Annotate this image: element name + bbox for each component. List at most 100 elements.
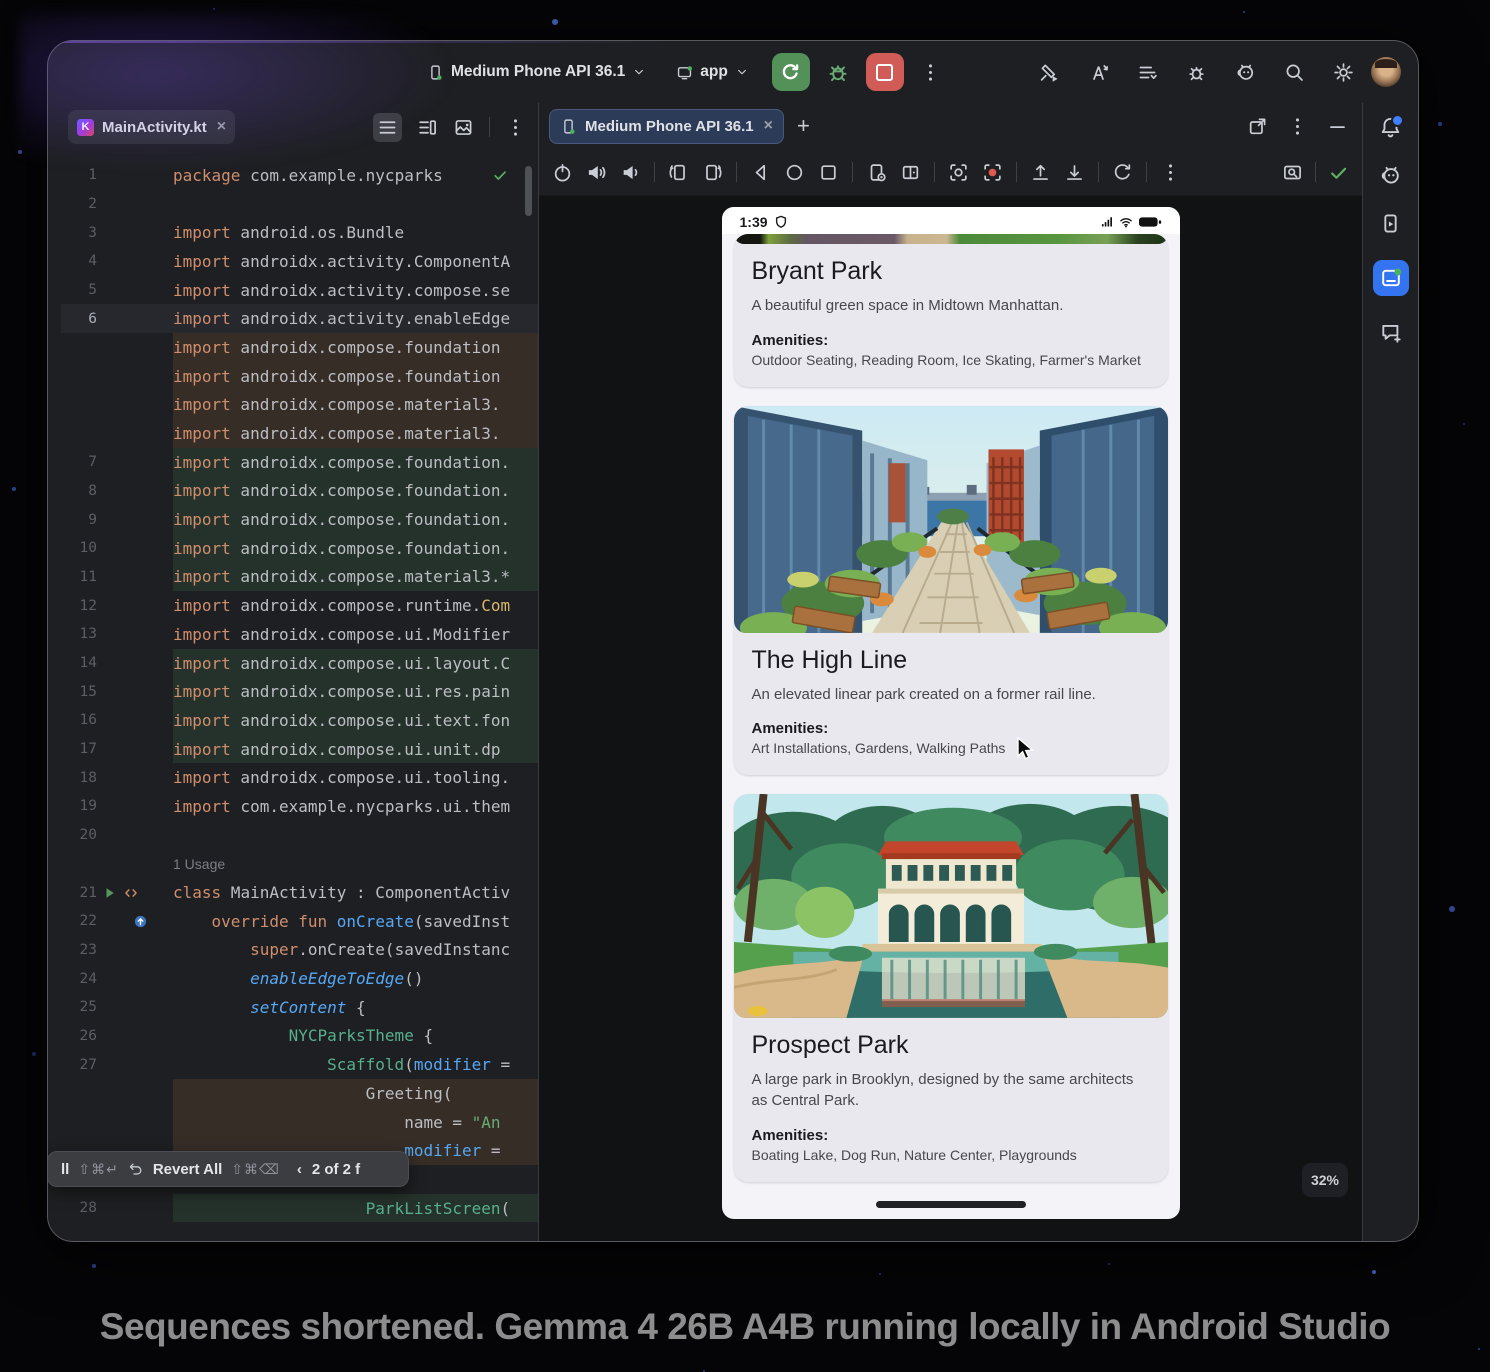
- editor-tab-label: MainActivity.kt: [102, 119, 207, 136]
- build-variants-icon[interactable]: [1137, 62, 1158, 83]
- design-view-icon[interactable]: [453, 117, 474, 138]
- power-icon[interactable]: [552, 162, 573, 183]
- split-view-icon[interactable]: [417, 117, 438, 138]
- close-tab-icon[interactable]: ×: [217, 118, 226, 136]
- editor-more-icon[interactable]: [505, 117, 526, 138]
- user-avatar[interactable]: [1371, 57, 1401, 87]
- run-config-selector[interactable]: app: [669, 58, 756, 86]
- code-line: 15import androidx.compose.ui.res.pain: [61, 677, 538, 706]
- search-everywhere-icon[interactable]: [1284, 62, 1305, 83]
- device-selector[interactable]: Medium Phone API 36.1: [420, 58, 653, 86]
- privacy-shield-icon: [774, 215, 788, 229]
- home-icon[interactable]: [784, 162, 805, 183]
- device-settings-icon[interactable]: [866, 162, 887, 183]
- emulator-more-icon[interactable]: [1287, 116, 1308, 137]
- code-editor[interactable]: 1package com.example.nycparks23import an…: [61, 151, 538, 1241]
- emulator-tab-bar: Medium Phone API 36.1 × +: [539, 103, 1362, 149]
- run-config-label: app: [700, 63, 728, 81]
- build-icon[interactable]: [1039, 62, 1060, 83]
- profiler-pig-icon[interactable]: [1235, 62, 1256, 83]
- divider: [1146, 162, 1147, 182]
- emulator-display-area: 1:39 Bryant ParkA beautiful green space …: [539, 196, 1362, 1241]
- code-line: 17import androidx.compose.ui.unit.dp: [61, 735, 538, 764]
- device-manager-icon[interactable]: [1379, 212, 1402, 235]
- open-in-window-icon[interactable]: [1247, 116, 1268, 137]
- tab-emulator-device[interactable]: Medium Phone API 36.1 ×: [549, 109, 784, 144]
- sync-project-icon[interactable]: [1088, 62, 1109, 83]
- hardware-ok-check-icon[interactable]: [1328, 162, 1349, 183]
- rotate-left-icon[interactable]: [668, 162, 689, 183]
- snapshot-reset-icon[interactable]: [1112, 162, 1133, 183]
- device-selector-label: Medium Phone API 36.1: [451, 63, 625, 81]
- rerun-app-button[interactable]: [772, 53, 810, 91]
- code-line: 18import androidx.compose.ui.tooling.: [61, 763, 538, 792]
- download-icon[interactable]: [1064, 162, 1085, 183]
- accept-shortcut: ⇧⌘↵: [78, 1161, 118, 1178]
- editor-panel: MainActivity.kt × 1package com.example.n…: [61, 103, 538, 1241]
- fold-device-icon[interactable]: [900, 162, 921, 183]
- line-number: 9: [61, 512, 97, 528]
- park-card[interactable]: Prospect ParkA large park in Brooklyn, d…: [734, 794, 1168, 1181]
- code-view-icon[interactable]: [373, 113, 402, 142]
- volume-up-icon[interactable]: [586, 162, 607, 183]
- park-title: Prospect Park: [752, 1031, 1150, 1060]
- line-number: 21: [61, 885, 97, 901]
- line-number: 8: [61, 483, 97, 499]
- running-devices-icon[interactable]: [1373, 260, 1409, 296]
- phone-screen[interactable]: 1:39 Bryant ParkA beautiful green space …: [722, 207, 1180, 1219]
- upload-icon[interactable]: [1030, 162, 1051, 183]
- divider: [736, 162, 737, 182]
- debug-button[interactable]: [826, 60, 850, 84]
- volume-down-icon[interactable]: [620, 162, 641, 183]
- code-line: 3import android.os.Bundle: [61, 218, 538, 247]
- gesture-navigation-bar[interactable]: [876, 1201, 1026, 1208]
- tab-mainactivity[interactable]: MainActivity.kt ×: [68, 110, 235, 144]
- chevron-down-icon: [632, 65, 646, 79]
- divider: [934, 162, 935, 182]
- amenities-list: Outdoor Seating, Reading Room, Ice Skati…: [752, 352, 1150, 368]
- rotate-right-icon[interactable]: [702, 162, 723, 183]
- minimize-panel-icon[interactable]: [1327, 116, 1348, 137]
- line-number: 14: [61, 655, 97, 671]
- status-time: 1:39: [740, 214, 768, 230]
- overrides-method-icon[interactable]: [133, 914, 148, 929]
- screen-inspect-icon[interactable]: [1282, 162, 1303, 183]
- accept-all-label-clipped[interactable]: ll: [61, 1161, 69, 1178]
- park-card[interactable]: The High LineAn elevated linear park cre…: [734, 406, 1168, 776]
- code-line: 11import androidx.compose.material3.*: [61, 563, 538, 592]
- close-emulator-tab-icon[interactable]: ×: [764, 117, 773, 135]
- more-run-actions-icon[interactable]: [920, 62, 941, 83]
- notifications-bell-icon[interactable]: [1379, 116, 1402, 139]
- screenshot-icon[interactable]: [948, 162, 969, 183]
- overview-icon[interactable]: [818, 162, 839, 183]
- signal-bars-icon: [1100, 215, 1114, 229]
- run-class-icon[interactable]: [103, 886, 117, 900]
- code-line: 2: [61, 190, 538, 219]
- back-icon[interactable]: [750, 162, 771, 183]
- apply-changes-icon[interactable]: [1186, 62, 1207, 83]
- line-number: 16: [61, 712, 97, 728]
- code-line: 9import androidx.compose.foundation.: [61, 505, 538, 534]
- park-list[interactable]: Bryant ParkA beautiful green space in Mi…: [722, 234, 1180, 1219]
- line-number: 4: [61, 253, 97, 269]
- screen-record-icon[interactable]: [982, 162, 1003, 183]
- line-number: 7: [61, 454, 97, 470]
- revert-all-button[interactable]: Revert All: [153, 1161, 222, 1178]
- caption-text: Sequences shortened. Gemma 4 26B A4B run…: [0, 1306, 1490, 1348]
- editor-scrollbar[interactable]: [525, 166, 532, 216]
- line-number: 22: [61, 913, 97, 929]
- inspection-ok-icon[interactable]: [492, 167, 508, 183]
- more-dots-icon[interactable]: [1160, 162, 1181, 183]
- stop-app-button[interactable]: [866, 53, 904, 91]
- settings-gear-icon[interactable]: [1333, 62, 1354, 83]
- profiler-pig-icon[interactable]: [1379, 164, 1402, 187]
- code-line: 6import androidx.activity.enableEdge: [61, 304, 538, 333]
- new-device-tab-icon[interactable]: +: [797, 115, 810, 137]
- phone-device-icon: [427, 64, 444, 81]
- line-number: 10: [61, 540, 97, 556]
- line-number: 18: [61, 770, 97, 786]
- new-chat-icon[interactable]: [1379, 321, 1402, 344]
- park-card[interactable]: Bryant ParkA beautiful green space in Mi…: [734, 234, 1168, 387]
- prev-file-arrow[interactable]: ‹: [297, 1161, 302, 1178]
- code-tag-icon[interactable]: [124, 886, 138, 900]
